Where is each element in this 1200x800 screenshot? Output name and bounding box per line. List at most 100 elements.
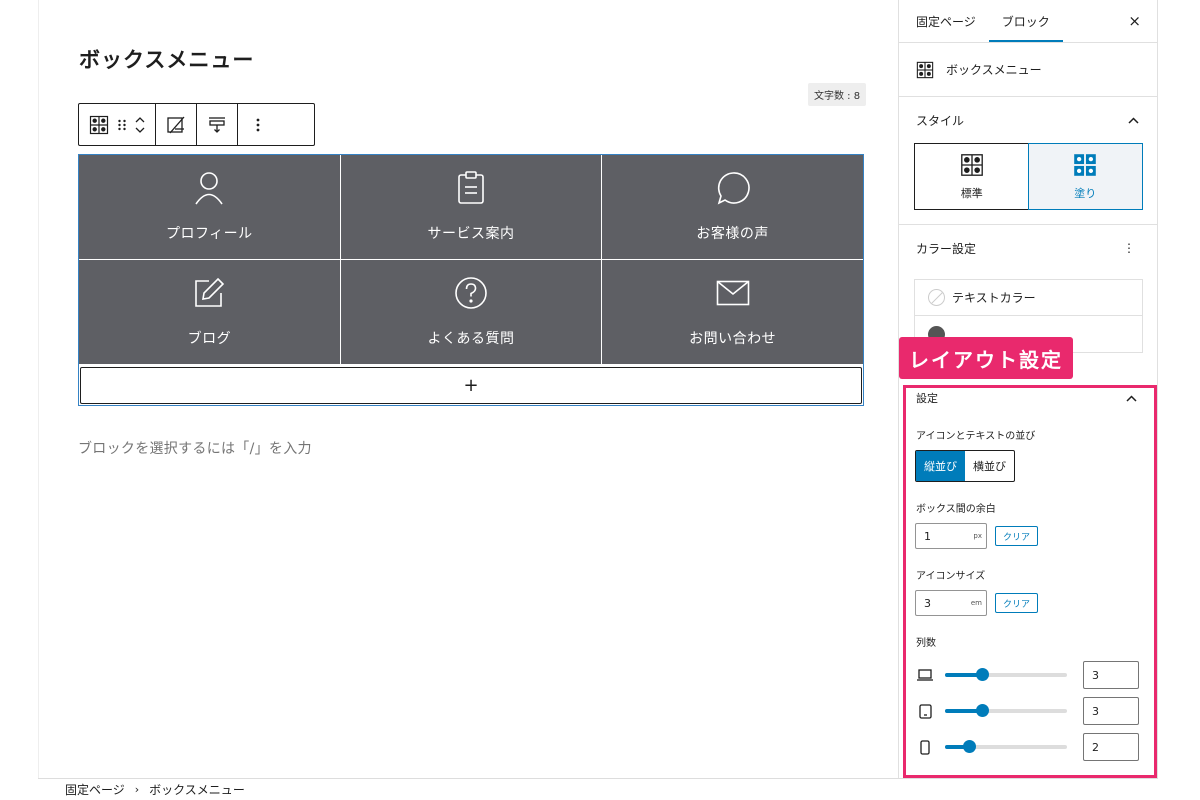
- columns-desktop-input[interactable]: 3: [1083, 661, 1139, 689]
- breadcrumb-item-block[interactable]: ボックスメニュー: [149, 781, 245, 798]
- color-swatch: [928, 289, 945, 306]
- columns-label: 列数: [916, 638, 936, 649]
- icon-size-value: 3: [924, 596, 931, 610]
- block-toolbar: [78, 103, 315, 146]
- color-panel-header: カラー設定 ⋮: [899, 225, 1157, 271]
- toolbar-group-more: [238, 104, 278, 145]
- desktop-icon: [917, 667, 933, 683]
- arrangement-toggle: 縦並び 横並び: [915, 450, 1015, 482]
- box-menu-label: お客様の声: [696, 226, 769, 242]
- breadcrumb-item-page[interactable]: 固定ページ: [65, 781, 125, 798]
- mobile-icon: [917, 739, 933, 755]
- color-panel-title: カラー設定: [916, 241, 977, 256]
- toolbar-group-block: [79, 104, 156, 145]
- change-style-icon[interactable]: [162, 111, 190, 139]
- toolbar-group-style: [156, 104, 197, 145]
- page-title[interactable]: ボックスメニュー: [79, 44, 254, 74]
- box-menu-item[interactable]: サービス案内: [340, 155, 602, 259]
- edit-icon: [192, 276, 226, 310]
- gap-value: 1: [924, 529, 931, 543]
- question-icon: [454, 276, 488, 310]
- block-card: ボックスメニュー: [899, 43, 1157, 97]
- color-item-label: テキストカラー: [952, 291, 1036, 305]
- move-up-down-icon[interactable]: [131, 111, 149, 139]
- columns-desktop-row: 3: [899, 657, 1157, 693]
- sidebar-tabs: 固定ページ ブロック ×: [899, 0, 1157, 43]
- columns-mobile-row: 2: [899, 729, 1157, 765]
- align-icon[interactable]: [203, 111, 231, 139]
- add-item-button[interactable]: +: [80, 367, 862, 404]
- arrangement-label: アイコンとテキストの並び: [916, 431, 1036, 442]
- box-menu-label: ブログ: [187, 331, 232, 347]
- style-default-icon: [960, 153, 983, 176]
- box-menu-item[interactable]: お問い合わせ: [602, 260, 863, 364]
- color-item-text[interactable]: テキストカラー: [915, 280, 1142, 316]
- gap-label: ボックス間の余白: [916, 504, 996, 515]
- block-placeholder[interactable]: ブロックを選択するには「/」を入力: [78, 438, 312, 458]
- block-card-title: ボックスメニュー: [946, 63, 1042, 77]
- layout-settings-panel: 設定 アイコンとテキストの並び 縦並び 横並び ボックス間の余白 1 px クリ…: [899, 385, 1157, 765]
- more-options-icon[interactable]: [244, 111, 272, 139]
- toolbar-group-align: [197, 104, 238, 145]
- style-panel-title: スタイル: [916, 113, 965, 128]
- clipboard-icon: [454, 171, 488, 205]
- columns-mobile-slider[interactable]: [945, 740, 1067, 753]
- box-menu-label: よくある質問: [427, 331, 515, 347]
- box-menu-icon[interactable]: [85, 111, 113, 139]
- breadcrumb-separator-icon: ›: [134, 783, 140, 796]
- person-icon: [192, 171, 226, 205]
- columns-tablet-slider[interactable]: [945, 704, 1067, 717]
- columns-tablet-input[interactable]: 3: [1083, 697, 1139, 725]
- slider-thumb[interactable]: [963, 740, 977, 753]
- mail-icon: [716, 276, 750, 310]
- chevron-up-icon: [1126, 392, 1137, 405]
- slider-thumb[interactable]: [975, 704, 989, 717]
- box-menu-item[interactable]: プロフィール: [79, 155, 340, 259]
- box-menu-item[interactable]: よくある質問: [340, 260, 602, 364]
- icon-size-control: 3 em クリア: [899, 590, 1157, 616]
- slider-thumb[interactable]: [975, 668, 989, 681]
- columns-desktop-slider[interactable]: [945, 668, 1067, 681]
- icon-size-unit[interactable]: em: [971, 599, 982, 607]
- drag-handle-icon[interactable]: [113, 111, 131, 139]
- tab-block[interactable]: ブロック: [989, 0, 1063, 42]
- box-menu-label: プロフィール: [165, 226, 253, 242]
- style-option-default[interactable]: 標準: [915, 144, 1029, 209]
- gap-input[interactable]: 1 px: [915, 523, 987, 549]
- layout-settings-callout: レイアウト設定: [899, 337, 1073, 379]
- style-option-label: 塗り: [1074, 186, 1097, 200]
- box-menu-item[interactable]: ブログ: [79, 260, 340, 364]
- chevron-up-icon: [1128, 114, 1139, 127]
- char-count-badge: 文字数 : 8: [808, 83, 867, 106]
- style-option-label: 標準: [960, 186, 983, 200]
- icon-size-clear-button[interactable]: クリア: [995, 593, 1039, 613]
- speech-bubble-icon: [716, 171, 750, 205]
- tablet-icon: [917, 703, 933, 719]
- columns-mobile-input[interactable]: 2: [1083, 733, 1139, 761]
- box-menu-block[interactable]: プロフィール サービス案内 お客様の声 ブログ よくある質問 お問い合わせ +: [78, 154, 864, 406]
- gap-clear-button[interactable]: クリア: [995, 526, 1039, 546]
- arrangement-horizontal-button[interactable]: 横並び: [965, 451, 1014, 481]
- style-panel-toggle[interactable]: スタイル: [899, 97, 1157, 143]
- box-menu-item[interactable]: お客様の声: [602, 155, 863, 259]
- icon-size-label: アイコンサイズ: [916, 571, 986, 582]
- gap-control: 1 px クリア: [899, 523, 1157, 549]
- arrangement-vertical-button[interactable]: 縦並び: [916, 451, 965, 481]
- settings-sidebar: 固定ページ ブロック × ボックスメニュー スタイル 標準 塗り カラー設定 ⋮…: [898, 0, 1158, 778]
- close-icon[interactable]: ×: [1128, 12, 1141, 30]
- style-picker: 標準 塗り: [914, 143, 1143, 210]
- style-filled-icon: [1074, 153, 1097, 176]
- breadcrumb: 固定ページ › ボックスメニュー: [38, 778, 1158, 800]
- box-menu-label: サービス案内: [427, 226, 515, 242]
- columns-tablet-row: 3: [899, 693, 1157, 729]
- settings-panel-title: 設定: [916, 392, 938, 405]
- style-option-filled[interactable]: 塗り: [1027, 143, 1143, 210]
- editor-canvas: ボックスメニュー 文字数 : 8 プロフィール サービス案内 お客様の声 ブログ…: [38, 0, 898, 778]
- settings-panel-toggle[interactable]: 設定: [899, 385, 1157, 409]
- icon-size-input[interactable]: 3 em: [915, 590, 987, 616]
- tab-page[interactable]: 固定ページ: [899, 0, 989, 42]
- more-options-icon[interactable]: ⋮: [1123, 241, 1135, 255]
- gap-unit[interactable]: px: [973, 532, 982, 540]
- box-menu-label: お問い合わせ: [689, 331, 777, 347]
- box-menu-icon: [916, 61, 934, 78]
